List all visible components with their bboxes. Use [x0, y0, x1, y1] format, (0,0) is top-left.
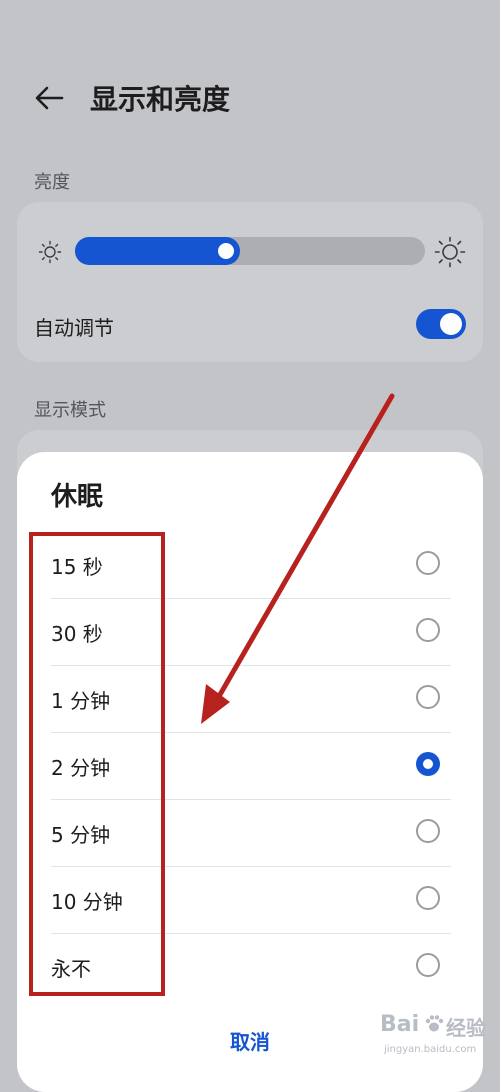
baidu-paw-icon [425, 1015, 444, 1032]
baidu-watermark: Bai 经验 jingyan.baidu.com [380, 1010, 498, 1068]
watermark-suffix: 经验 [446, 1016, 486, 1040]
watermark-logo: Bai [380, 1012, 420, 1037]
watermark-url: jingyan.baidu.com [384, 1044, 477, 1055]
annotation-arrow-icon [201, 393, 395, 724]
